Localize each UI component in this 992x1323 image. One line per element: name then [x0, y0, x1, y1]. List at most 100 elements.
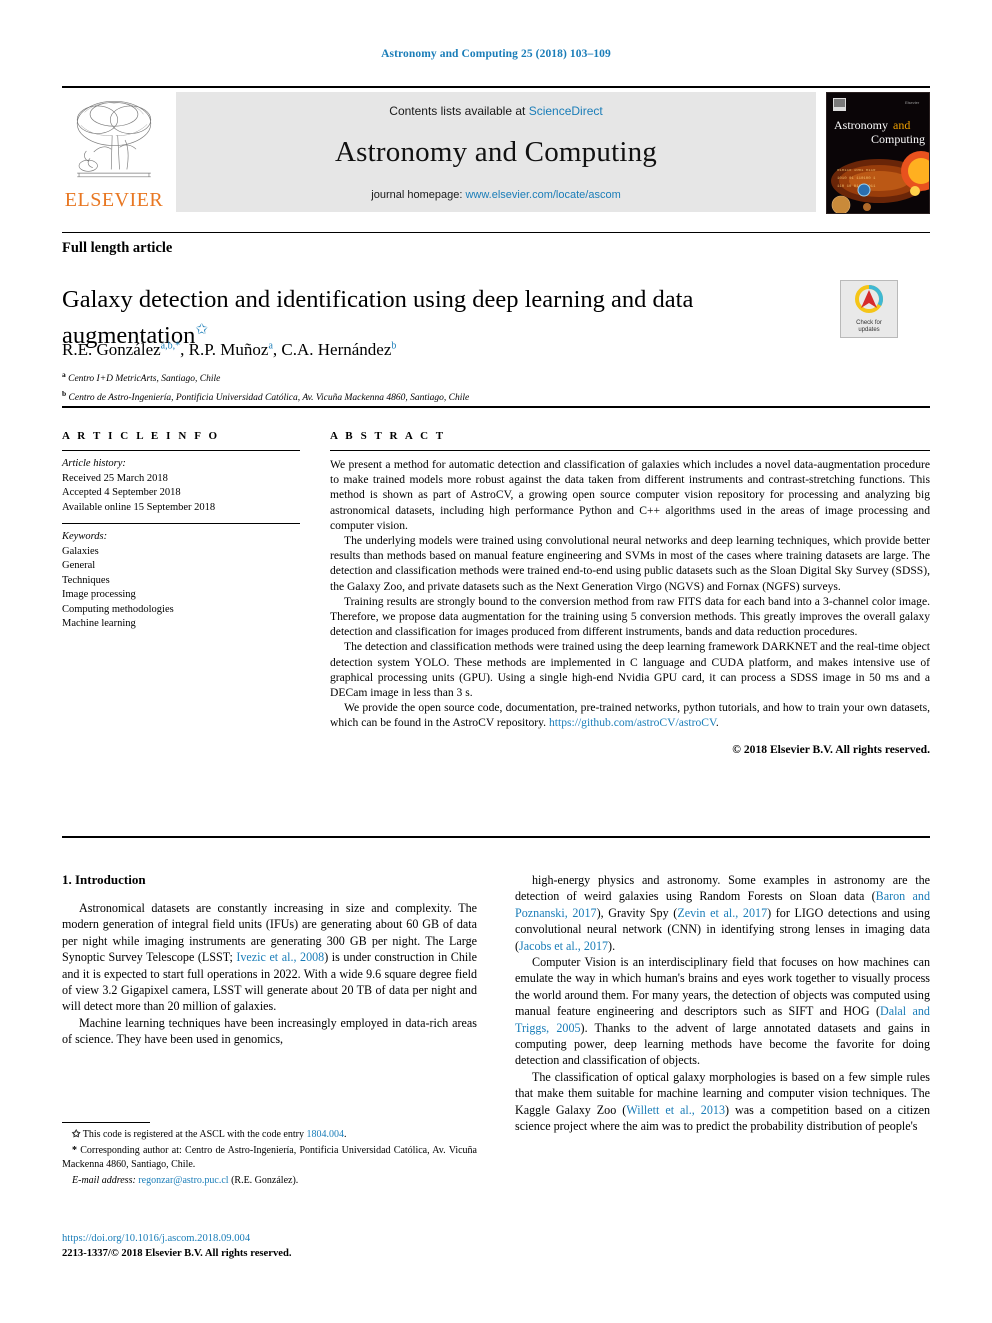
keywords-block: Keywords: Galaxies General Techniques Im…	[62, 530, 300, 632]
keywords-rule	[62, 523, 300, 524]
keyword-item: Galaxies	[62, 545, 99, 557]
affiliation-list: a Centro I+D MetricArts, Santiago, Chile…	[62, 368, 862, 405]
abstract-paragraph: The detection and classification methods…	[330, 640, 930, 700]
citation-link[interactable]: Zevin et al., 2017	[677, 906, 767, 920]
crossmark-label-line1: Check for	[856, 320, 882, 326]
svg-text:Astronomy: Astronomy	[834, 118, 888, 132]
article-info-heading: A R T I C L E I N F O	[62, 430, 220, 442]
article-history-item: Received 25 March 2018	[62, 472, 168, 484]
text-run: This code is registered at the ASCL with…	[80, 1129, 307, 1140]
author-affiliation-marks: b	[391, 340, 397, 352]
keyword-item: Image processing	[62, 589, 136, 600]
keyword-item: Computing methodologies	[62, 603, 174, 615]
body-column-left: Astronomical datasets are constantly inc…	[62, 900, 477, 1048]
elsevier-logo: ELSEVIER	[62, 92, 166, 214]
doi-link[interactable]: https://doi.org/10.1016/j.ascom.2018.09.…	[62, 1232, 502, 1247]
citation-link[interactable]: Willett et al., 2013	[626, 1103, 725, 1117]
body-paragraph: high-energy physics and astronomy. Some …	[515, 872, 930, 954]
journal-masthead: ELSEVIER Contents lists available at Sci…	[62, 86, 930, 214]
footnote-item: ✩ This code is registered at the ASCL wi…	[62, 1128, 477, 1141]
svg-text:010110 1001 0110: 010110 1001 0110	[837, 169, 876, 173]
journal-title: Astronomy and Computing	[335, 136, 657, 168]
cover-art-icon: Elsevier Astronomy and Computing 010110 …	[827, 93, 929, 213]
crossmark-label: Check for updates	[841, 320, 897, 334]
running-head: Astronomy and Computing 25 (2018) 103–10…	[381, 48, 611, 60]
svg-text:1010 01 110100 1: 1010 01 110100 1	[837, 177, 876, 181]
doi-block: https://doi.org/10.1016/j.ascom.2018.09.…	[62, 1232, 502, 1261]
contents-prefix: Contents lists available at	[389, 104, 529, 118]
body-paragraph: Astronomical datasets are constantly inc…	[62, 900, 477, 1015]
citation-link[interactable]: regonzar@astro.puc.cl	[138, 1175, 228, 1186]
abstract-copyright: © 2018 Elsevier B.V. All rights reserved…	[732, 742, 930, 756]
author-name: C.A. Hernández	[281, 340, 392, 359]
elsevier-wordmark: ELSEVIER	[64, 189, 164, 211]
author-affiliation-marks: a	[268, 340, 273, 352]
svg-text:Elsevier: Elsevier	[905, 100, 920, 105]
abstract-rule	[330, 450, 930, 451]
citation-link[interactable]: Ivezic et al., 2008	[236, 950, 324, 964]
contents-line: Contents lists available at ScienceDirec…	[176, 92, 816, 118]
abstract-band-bottom-rule	[62, 836, 930, 838]
footnote-item: E-mail address: regonzar@astro.puc.cl (R…	[62, 1174, 477, 1187]
affiliation-text: Centro I+D MetricArts, Santiago, Chile	[68, 374, 221, 385]
author-name: R.E. González	[62, 340, 161, 359]
journal-cover-thumbnail: Elsevier Astronomy and Computing 010110 …	[826, 92, 930, 214]
article-history-label: Article history:	[62, 458, 126, 469]
sciencedirect-link[interactable]: ScienceDirect	[529, 104, 603, 118]
paper-page: Astronomy and Computing 25 (2018) 103–10…	[0, 0, 992, 1323]
body-paragraph: Computer Vision is an interdisciplinary …	[515, 954, 930, 1069]
citation-link[interactable]: Jacobs et al., 2017	[519, 939, 608, 953]
footnote-list: ✩ This code is registered at the ASCL wi…	[62, 1128, 477, 1191]
astrocv-repository-link[interactable]: https://github.com/astroCV/astroCV	[549, 716, 716, 729]
article-history-block: Article history: Received 25 March 2018 …	[62, 457, 300, 515]
author-affiliation-marks: a,b,*	[160, 340, 181, 352]
text-run: (R.E. González).	[228, 1175, 299, 1187]
article-info-column: A R T I C L E I N F O Article history: R…	[62, 430, 300, 632]
elsevier-tree-icon	[76, 101, 152, 178]
affiliation-item: a Centro I+D MetricArts, Santiago, Chile	[62, 368, 862, 387]
keyword-item: Machine learning	[62, 618, 136, 629]
svg-text:and: and	[893, 118, 910, 132]
keyword-item: General	[62, 560, 96, 571]
text-run: high-energy physics and astronomy. Some …	[515, 873, 930, 904]
article-history-item: Available online 15 September 2018	[62, 501, 216, 513]
text-run: .	[343, 1129, 347, 1140]
text-run: ).	[608, 938, 616, 953]
article-history-item: Accepted 4 September 2018	[62, 487, 181, 498]
keyword-item: Techniques	[62, 574, 110, 586]
masthead-center-panel: Contents lists available at ScienceDirec…	[176, 92, 816, 212]
abstract-band-top-rule	[62, 406, 930, 408]
article-info-rule	[62, 450, 300, 451]
text-run: Machine learning techniques have been in…	[62, 1015, 477, 1047]
body-paragraph: The classification of optical galaxy mor…	[515, 1069, 930, 1135]
abstract-column: A B S T R A C T We present a method for …	[330, 430, 930, 756]
body-paragraph: Machine learning techniques have been in…	[62, 1015, 477, 1048]
issn-copyright-line: 2213-1337/© 2018 Elsevier B.V. All right…	[62, 1247, 292, 1259]
crossmark-badge[interactable]: Check for updates	[840, 280, 898, 338]
affiliation-text: Centro de Astro-Ingeniería, Pontificia U…	[68, 392, 470, 403]
title-footnote-marker: ✩	[195, 322, 208, 339]
text-run: Corresponding author at: Centro de Astro…	[62, 1145, 477, 1170]
article-type-label: Full length article	[62, 240, 173, 256]
citation-link[interactable]: 1804.004	[306, 1129, 344, 1140]
affiliation-mark: b	[62, 388, 67, 398]
crossmark-label-line2: updates	[858, 327, 880, 333]
section-heading-introduction: 1. Introduction	[62, 872, 146, 887]
title-divider	[62, 232, 930, 233]
author-name: R.P. Muñoz	[188, 340, 269, 359]
body-column-right: high-energy physics and astronomy. Some …	[515, 872, 930, 1135]
affiliation-mark: a	[62, 370, 66, 379]
keywords-label: Keywords:	[62, 531, 108, 542]
journal-homepage-link[interactable]: www.elsevier.com/locate/ascom	[465, 189, 620, 201]
svg-text:Computing: Computing	[871, 132, 925, 146]
text-run: ), Gravity Spy (	[596, 905, 678, 920]
footnote-item: * Corresponding author at: Centro de Ast…	[62, 1144, 477, 1171]
journal-homepage-line: journal homepage: www.elsevier.com/locat…	[176, 169, 816, 201]
abstract-paragraph-with-link: We provide the open source code, documen…	[330, 700, 930, 730]
crossmark-icon	[855, 285, 883, 313]
abstract-heading: A B S T R A C T	[330, 430, 446, 442]
abstract-paragraph: We present a method for automatic detect…	[330, 458, 930, 532]
affiliation-item: b Centro de Astro-Ingeniería, Pontificia…	[62, 387, 862, 406]
footnote-divider	[62, 1122, 150, 1123]
homepage-prefix: journal homepage:	[371, 189, 466, 201]
